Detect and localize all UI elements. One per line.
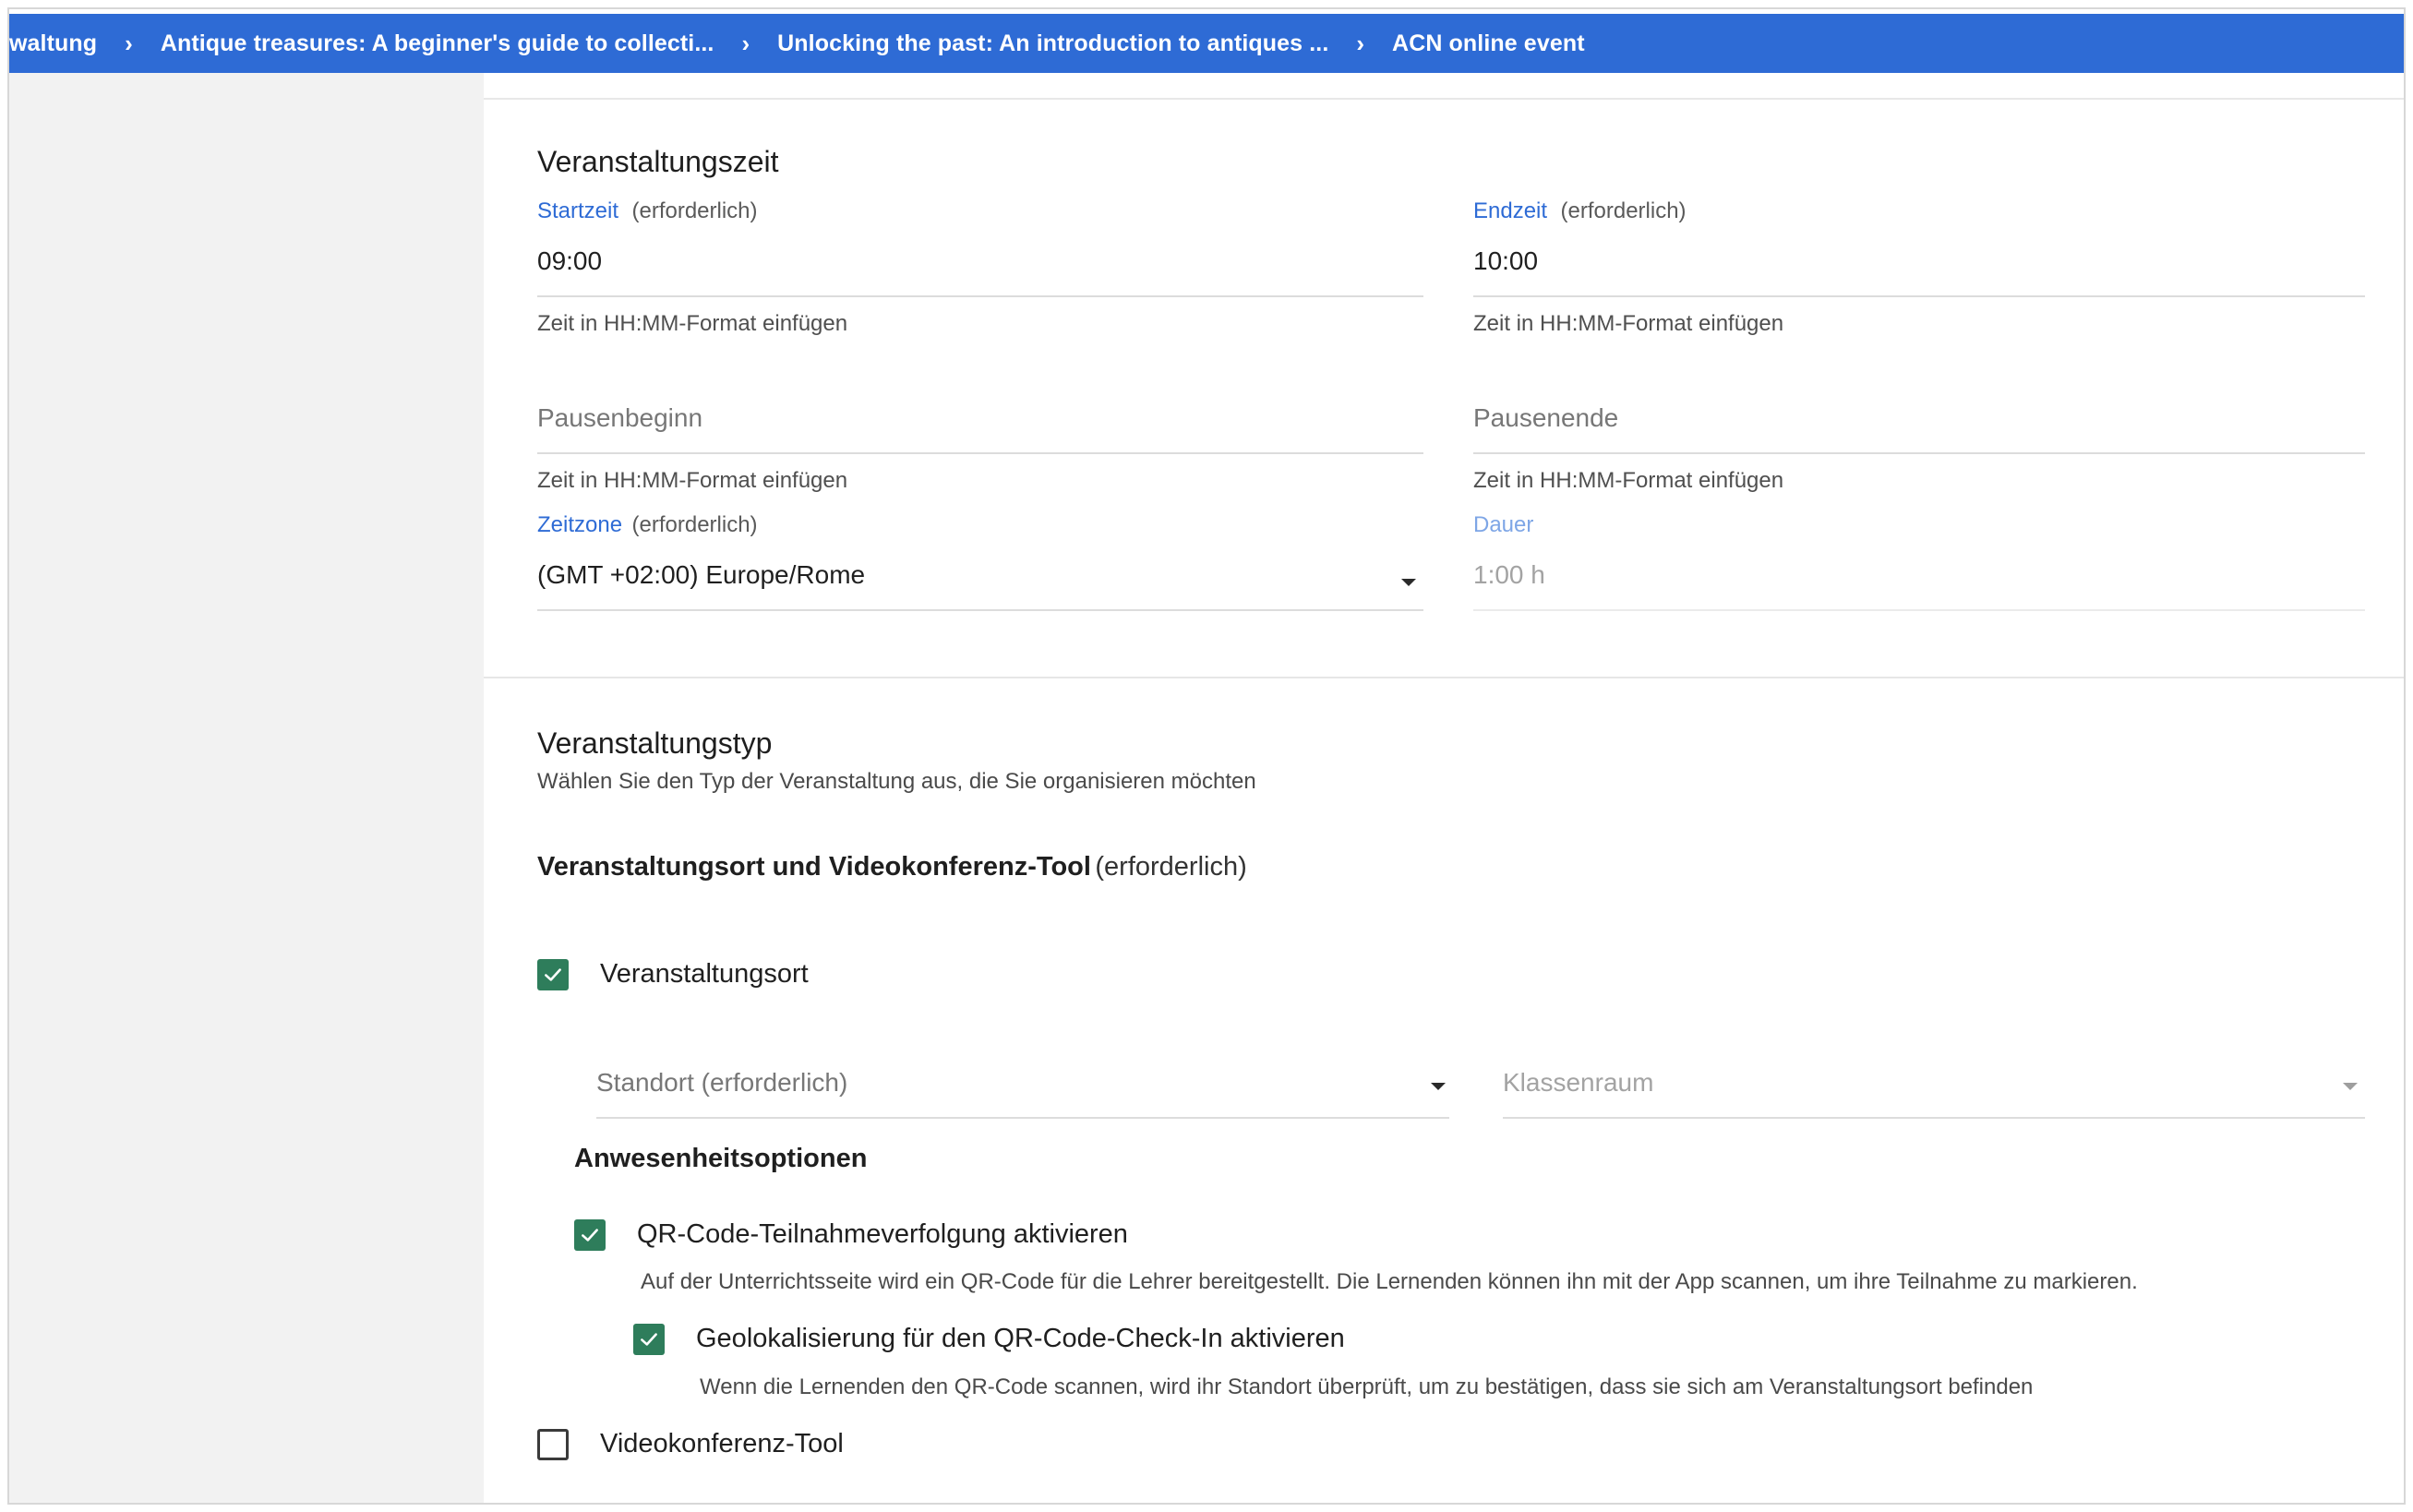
- timezone-label-group: Zeitzone (erforderlich): [537, 512, 758, 538]
- main-content: Veranstaltungszeit Startzeit (erforderli…: [484, 73, 2404, 1503]
- dropdown-caret-icon[interactable]: [2343, 1083, 2358, 1090]
- divider: [537, 609, 1423, 611]
- location-select[interactable]: Standort (erforderlich): [596, 1068, 1449, 1109]
- attendance-title: Anwesenheitsoptionen: [574, 1144, 868, 1173]
- start-time-hint: Zeit in HH:MM-Format einfügen: [537, 311, 848, 336]
- breadcrumb-item[interactable]: waltung: [9, 30, 97, 57]
- check-icon: [582, 1229, 598, 1242]
- geolocation-checkbox[interactable]: [633, 1324, 665, 1355]
- qr-tracking-description: Auf der Unterrichtsseite wird ein QR-Cod…: [641, 1269, 2138, 1294]
- break-end-hint: Zeit in HH:MM-Format einfügen: [1473, 468, 1784, 493]
- classroom-select[interactable]: Klassenraum: [1503, 1068, 2365, 1109]
- break-start-hint: Zeit in HH:MM-Format einfügen: [537, 468, 848, 493]
- breadcrumb-item[interactable]: Unlocking the past: An introduction to a…: [777, 30, 1328, 57]
- end-time-label-group: Endzeit (erforderlich): [1473, 198, 1687, 224]
- chevron-right-icon: ›: [741, 29, 750, 57]
- timezone-label: Zeitzone: [537, 512, 623, 537]
- divider: [537, 452, 1423, 454]
- start-time-input[interactable]: 09:00: [537, 246, 1423, 287]
- qr-tracking-label[interactable]: QR-Code-Teilnahmeverfolgung aktivieren: [637, 1219, 1128, 1250]
- location-tool-heading: Veranstaltungsort und Videokonferenz-Too…: [537, 852, 1247, 882]
- check-icon: [641, 1333, 657, 1346]
- chevron-right-icon: ›: [1356, 29, 1365, 57]
- start-time-label: Startzeit: [537, 198, 619, 223]
- duration-value: 1:00 h: [1473, 560, 1545, 589]
- required-marker: (erforderlich): [631, 512, 758, 537]
- divider: [596, 1117, 1449, 1119]
- divider: [1503, 1117, 2365, 1119]
- required-marker: (erforderlich): [631, 198, 758, 223]
- chevron-right-icon: ›: [125, 29, 133, 57]
- location-tool-label: Veranstaltungsort und Videokonferenz-Too…: [537, 852, 1091, 882]
- break-start-input[interactable]: Pausenbeginn: [537, 403, 1423, 444]
- venue-checkbox[interactable]: [537, 959, 569, 990]
- qr-tracking-checkbox[interactable]: [574, 1219, 606, 1251]
- divider: [1473, 452, 2365, 454]
- section-subtitle: Wählen Sie den Typ der Veranstaltung aus…: [537, 769, 1256, 794]
- dropdown-caret-icon[interactable]: [1431, 1083, 1446, 1090]
- geolocation-label[interactable]: Geolokalisierung für den QR-Code-Check-I…: [696, 1324, 1345, 1354]
- end-time-label: Endzeit: [1473, 198, 1548, 223]
- timezone-select[interactable]: (GMT +02:00) Europe/Rome: [537, 560, 1423, 601]
- required-marker: (erforderlich): [1560, 198, 1687, 223]
- start-time-label-group: Startzeit (erforderlich): [537, 198, 758, 224]
- section-divider: [484, 677, 2404, 678]
- geolocation-description: Wenn die Lernenden den QR-Code scannen, …: [700, 1374, 2034, 1399]
- section-title-event-type: Veranstaltungstyp: [537, 726, 773, 760]
- required-marker: (erforderlich): [1095, 852, 1247, 882]
- video-tool-checkbox[interactable]: [537, 1429, 569, 1460]
- divider: [484, 98, 2404, 100]
- divider: [537, 295, 1423, 297]
- end-time-input[interactable]: 10:00: [1473, 246, 2365, 287]
- sidebar: [9, 73, 484, 1503]
- break-end-input[interactable]: Pausenende: [1473, 403, 2365, 444]
- breadcrumb-item[interactable]: Antique treasures: A beginner's guide to…: [161, 30, 714, 57]
- check-icon: [545, 968, 561, 981]
- breadcrumb: waltung › Antique treasures: A beginner'…: [9, 14, 2404, 73]
- breadcrumb-current: ACN online event: [1392, 30, 1585, 56]
- venue-checkbox-label[interactable]: Veranstaltungsort: [600, 959, 809, 990]
- divider: [1473, 609, 2365, 611]
- app-window: waltung › Antique treasures: A beginner'…: [7, 7, 2406, 1505]
- section-title-event-time: Veranstaltungszeit: [537, 145, 779, 178]
- dropdown-caret-icon[interactable]: [1401, 579, 1416, 586]
- video-tool-label[interactable]: Videokonferenz-Tool: [600, 1429, 844, 1459]
- end-time-hint: Zeit in HH:MM-Format einfügen: [1473, 311, 1784, 336]
- divider: [1473, 295, 2365, 297]
- duration-label: Dauer: [1473, 512, 1534, 537]
